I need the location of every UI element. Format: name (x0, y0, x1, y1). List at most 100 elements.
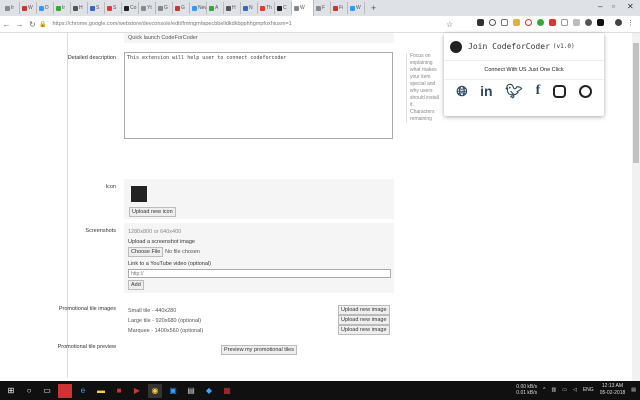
extension-icon[interactable] (573, 19, 580, 26)
linkedin-icon[interactable]: in (480, 83, 492, 100)
volume-icon[interactable]: ◁ (573, 387, 577, 393)
url-field[interactable]: https://chrome.google.com/webstore/devco… (52, 21, 442, 27)
reload-button[interactable]: ↻ (26, 20, 39, 29)
search-icon[interactable]: ○ (22, 384, 36, 398)
browser-tab[interactable]: H (224, 2, 241, 14)
close-window-button[interactable]: ✕ (627, 2, 634, 11)
browser-tab[interactable]: F (314, 2, 331, 14)
tab-favicon-icon (175, 5, 180, 11)
extension-icon[interactable] (489, 19, 496, 26)
browser-tab[interactable]: S (88, 2, 105, 14)
tab-favicon-icon (39, 5, 44, 11)
promo-preview-label: Promotional tile preview (57, 344, 116, 350)
taskbar-app-icon[interactable]: ▤ (184, 384, 198, 398)
taskbar-app-icon[interactable]: ▦ (220, 384, 234, 398)
menu-kebab-icon[interactable]: ⋮ (627, 19, 634, 27)
upload-screenshot-label: Upload a screenshot image (128, 239, 195, 245)
browser-tab[interactable]: W (20, 2, 37, 14)
tab-favicon-icon (333, 5, 338, 11)
browser-tab[interactable]: Ir (54, 2, 71, 14)
globe-icon[interactable]: 🌐︎ (456, 83, 467, 100)
new-tab-button[interactable]: + (371, 3, 376, 13)
bookmark-star-icon[interactable]: ☆ (446, 20, 453, 29)
tab-favicon-icon (90, 5, 95, 11)
taskbar-app-icon[interactable]: ▶ (130, 384, 144, 398)
extension-icon[interactable] (525, 19, 532, 26)
extension-icon[interactable] (501, 19, 508, 26)
browser-tab[interactable]: Ir (3, 2, 20, 14)
minimize-button[interactable]: – (598, 2, 602, 11)
extension-icon[interactable] (549, 19, 556, 26)
browser-tab[interactable]: New (190, 2, 207, 14)
preview-tiles-button[interactable]: Preview my promotional tiles (221, 345, 297, 355)
browser-tab[interactable]: G (173, 2, 190, 14)
extension-icon[interactable] (561, 19, 568, 26)
scrollbar-thumb[interactable] (633, 43, 639, 163)
upload-large-tile-button[interactable]: Upload new image (338, 315, 390, 325)
upload-marquee-button[interactable]: Upload new image (338, 325, 390, 335)
taskbar-app-icon[interactable]: ■ (112, 384, 126, 398)
extension-icon[interactable] (513, 19, 520, 26)
back-button[interactable]: ← (0, 20, 13, 29)
taskbar-app-icon[interactable]: ◆ (202, 384, 216, 398)
browser-tab[interactable]: Yt (139, 2, 156, 14)
extension-icon[interactable] (537, 19, 544, 26)
edge-icon[interactable]: e (76, 384, 90, 398)
forward-button[interactable]: → (13, 20, 26, 29)
browser-tab[interactable]: D (37, 2, 54, 14)
tab-title: New (198, 5, 206, 11)
tab-favicon-icon (277, 5, 282, 11)
maximize-button[interactable]: ▫ (612, 2, 615, 11)
browser-tab[interactable]: A (207, 2, 224, 14)
browser-tab[interactable]: Th (258, 2, 275, 14)
browser-tab[interactable]: G (156, 2, 173, 14)
network-icon[interactable]: ▥ (552, 387, 557, 393)
language-indicator[interactable]: ENG (583, 387, 594, 393)
extension-icon[interactable] (585, 19, 592, 26)
add-video-button[interactable]: Add (128, 280, 144, 290)
battery-icon[interactable]: ▭ (562, 387, 567, 393)
instagram-icon[interactable] (552, 85, 566, 98)
tab-favicon-icon (192, 5, 197, 11)
tab-title: W (356, 5, 361, 11)
browser-tab[interactable]: W (292, 0, 314, 16)
browser-tab[interactable]: H (71, 2, 88, 14)
taskbar-app-icon[interactable]: ▣ (166, 384, 180, 398)
chrome-icon[interactable]: ◉ (148, 383, 162, 398)
browser-tab[interactable]: W (348, 2, 365, 14)
address-bar-row: ← → ↻ 🔒 https://chrome.google.com/websto… (0, 16, 640, 33)
upload-small-tile-button[interactable]: Upload new image (338, 305, 390, 315)
tray-chevron-icon[interactable]: ^ (543, 387, 545, 393)
browser-tab[interactable]: S (105, 2, 122, 14)
twitter-icon[interactable]: 🐦︎ (505, 83, 523, 100)
vertical-scrollbar[interactable] (632, 33, 640, 381)
description-hint: Focus on explaining what makes your item… (410, 53, 439, 108)
profile-avatar[interactable] (615, 19, 622, 26)
icon-label: Icon (105, 184, 116, 190)
promo-marquee: Marquee - 1400x560 (optional) (128, 328, 204, 334)
browser-tab[interactable]: Co (122, 2, 139, 14)
whatsapp-icon[interactable] (578, 85, 592, 98)
taskbar-app-icon[interactable] (58, 383, 72, 398)
codeforcoder-extension-icon[interactable] (597, 19, 604, 26)
facebook-icon[interactable]: f (536, 83, 541, 100)
detailed-description-textarea[interactable]: This extension will help user to connect… (124, 52, 393, 139)
browser-tab[interactable]: Fi (331, 2, 348, 14)
tab-favicon-icon (243, 5, 248, 11)
notifications-icon[interactable]: ▤ (631, 387, 636, 393)
screenshot-sizes: 1280x800 or 640x400 (128, 229, 182, 235)
task-view-icon[interactable]: ▭ (40, 384, 54, 398)
upload-icon-button[interactable]: Upload new icon (129, 207, 176, 217)
browser-tab[interactable]: N (241, 2, 258, 14)
clock-time[interactable]: 12:13 AM (602, 383, 623, 389)
choose-file-button[interactable]: Choose File (128, 247, 164, 257)
youtube-url-input[interactable] (128, 269, 391, 278)
file-explorer-icon[interactable]: ▬ (94, 384, 108, 398)
clock-date[interactable]: 05-02-2018 (600, 390, 626, 396)
windows-start-icon[interactable]: ⊞ (4, 384, 18, 398)
extension-icon[interactable] (477, 19, 484, 26)
tab-favicon-icon (226, 5, 231, 11)
windows-taskbar: ⊞ ○ ▭ e ▬ ■ ▶ ◉ ▣ ▤ ◆ ▦ 0.00 kB/s 0.01 kB… (0, 381, 640, 400)
browser-tab[interactable]: C (275, 2, 292, 14)
tab-title: H (79, 5, 83, 11)
